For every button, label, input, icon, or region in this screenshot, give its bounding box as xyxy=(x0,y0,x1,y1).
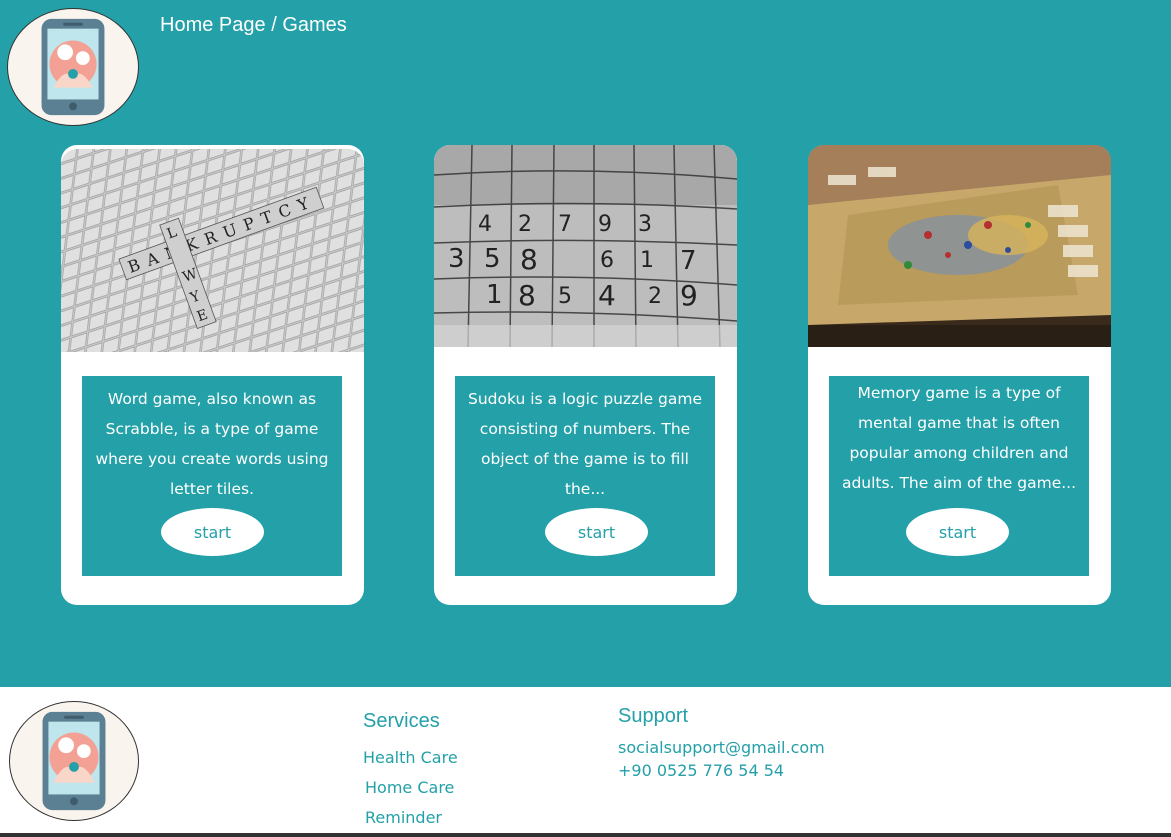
svg-text:9: 9 xyxy=(680,279,698,312)
breadcrumb-separator: / xyxy=(271,14,277,36)
phone-mother-child-icon xyxy=(42,711,106,811)
footer-logo[interactable] xyxy=(9,701,139,821)
svg-text:8: 8 xyxy=(520,243,538,276)
svg-text:2: 2 xyxy=(518,212,532,237)
footer-services: Services Health Care Home Care Reminder xyxy=(363,710,458,833)
svg-text:3: 3 xyxy=(638,212,652,237)
breadcrumb-home[interactable]: Home Page xyxy=(160,14,266,36)
scrabble-board-photo: BANKRUPTCY L W Y E xyxy=(61,149,364,352)
card-description: Memory game is a type of mental game tha… xyxy=(841,384,1077,492)
svg-text:3: 3 xyxy=(448,244,465,274)
start-button-memory[interactable]: start xyxy=(906,508,1009,556)
card-body: Memory game is a type of mental game tha… xyxy=(829,376,1089,576)
support-heading: Support xyxy=(618,705,689,727)
breadcrumb: Home Page / Games xyxy=(160,14,347,37)
card-body: Word game, also known as Scrabble, is a … xyxy=(82,376,342,576)
svg-text:7: 7 xyxy=(680,246,697,276)
game-card-sudoku: 4 2 7 9 3 3 5 8 6 1 7 1 8 5 4 2 9 Sudoku… xyxy=(434,145,737,605)
svg-text:2: 2 xyxy=(648,284,662,309)
support-email[interactable]: socialsupport@gmail.com xyxy=(618,736,825,759)
support-phone[interactable]: +90 0525 776 54 54 xyxy=(618,759,825,782)
svg-text:8: 8 xyxy=(518,279,536,312)
logo[interactable] xyxy=(7,8,139,126)
svg-text:6: 6 xyxy=(600,248,614,273)
svg-text:4: 4 xyxy=(478,212,492,237)
bottom-divider xyxy=(0,833,1171,837)
services-heading: Services xyxy=(363,710,440,732)
main-section: Home Page / Games BANKRUPTCY L W Y E Wor… xyxy=(0,0,1171,687)
card-description: Word game, also known as Scrabble, is a … xyxy=(95,390,329,498)
svg-text:1: 1 xyxy=(486,280,503,310)
svg-text:5: 5 xyxy=(558,284,572,309)
svg-text:7: 7 xyxy=(558,212,572,237)
footer-link-health-care[interactable]: Health Care xyxy=(363,743,458,773)
footer-link-home-care[interactable]: Home Care xyxy=(365,773,458,803)
start-button-sudoku[interactable]: start xyxy=(545,508,648,556)
svg-text:9: 9 xyxy=(598,212,612,237)
phone-mother-child-icon xyxy=(41,18,105,116)
footer-support: Support socialsupport@gmail.com +90 0525… xyxy=(618,705,825,782)
board-game-photo xyxy=(808,145,1111,347)
start-button-word[interactable]: start xyxy=(161,508,264,556)
card-body: Sudoku is a logic puzzle game consisting… xyxy=(455,376,715,576)
sudoku-grid-photo: 4 2 7 9 3 3 5 8 6 1 7 1 8 5 4 2 9 xyxy=(434,145,737,347)
game-card-memory: Memory game is a type of mental game tha… xyxy=(808,145,1111,605)
svg-text:5: 5 xyxy=(484,244,501,274)
breadcrumb-current: Games xyxy=(282,14,347,36)
footer-link-reminder[interactable]: Reminder xyxy=(365,803,458,833)
card-description: Sudoku is a logic puzzle game consisting… xyxy=(467,390,703,498)
svg-text:4: 4 xyxy=(598,279,616,312)
game-card-word: BANKRUPTCY L W Y E Word game, also known… xyxy=(61,145,364,605)
svg-text:1: 1 xyxy=(640,248,654,273)
